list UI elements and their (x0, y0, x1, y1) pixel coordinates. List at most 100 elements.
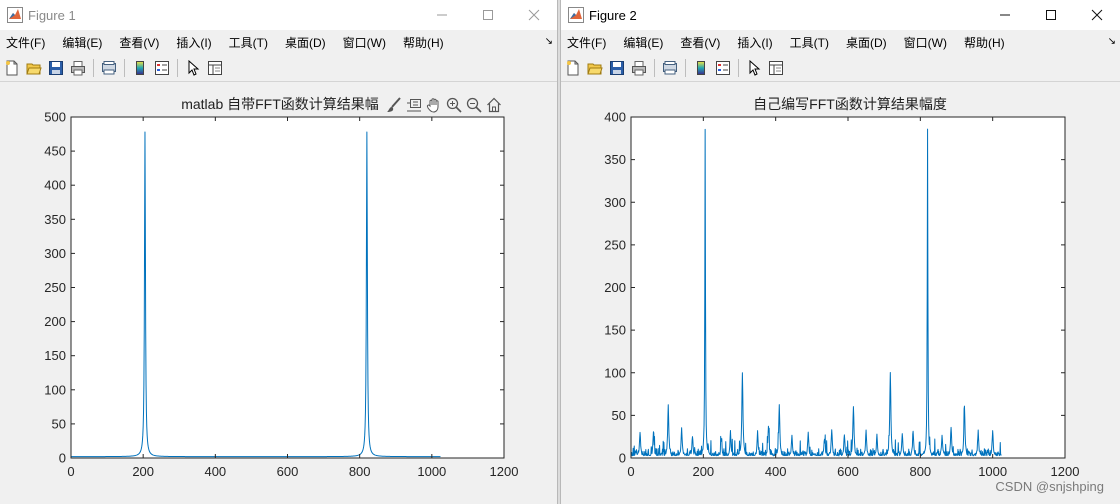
pointer-icon (188, 60, 200, 76)
new-figure-button[interactable] (562, 57, 584, 79)
x-tick-label: 800 (909, 464, 931, 479)
menu-dock-arrow[interactable]: ↘ (545, 36, 553, 47)
y-tick-label: 300 (44, 246, 66, 261)
legend-button[interactable] (151, 57, 173, 79)
menubar: 文件(F) 编辑(E) 查看(V) 插入(I) 工具(T) 桌面(D) 窗口(W… (561, 30, 1120, 55)
maximize-button[interactable] (465, 0, 511, 30)
y-tick-label: 200 (604, 280, 626, 295)
data-tips-button[interactable] (405, 96, 423, 114)
print-preview-button[interactable] (659, 57, 681, 79)
y-tick-label: 350 (44, 212, 66, 227)
home-button[interactable] (485, 96, 503, 114)
x-tick-label: 200 (692, 464, 714, 479)
menu-desktop[interactable]: 桌面(D) (846, 34, 887, 51)
save-icon (610, 61, 624, 75)
menu-dock-arrow[interactable]: ↘ (1108, 36, 1116, 47)
toolbar-separator (93, 59, 94, 77)
open-file-button[interactable] (23, 57, 45, 79)
y-tick-label: 400 (44, 178, 66, 193)
property-inspector-button[interactable] (765, 57, 787, 79)
menu-insert[interactable]: 插入(I) (737, 34, 772, 51)
maximize-button[interactable] (1028, 0, 1074, 30)
menu-window[interactable]: 窗口(W) (343, 34, 386, 51)
minimize-button[interactable] (982, 0, 1028, 30)
print-button[interactable] (628, 57, 650, 79)
maximize-icon (1046, 10, 1056, 20)
y-tick-label: 450 (44, 144, 66, 159)
figure-1-plot[interactable]: matlab 自带FFT函数计算结果幅0 200 400 600 800 1000 1200… (0, 82, 557, 504)
y-tick-label: 100 (604, 365, 626, 380)
watermark: CSDN @snjshping (995, 479, 1104, 494)
zoom-in-icon (446, 97, 462, 113)
menu-tools[interactable]: 工具(T) (790, 34, 829, 51)
plot-area (631, 117, 1065, 458)
figure-toolbar (561, 55, 1120, 82)
y-tick-label: 250 (604, 237, 626, 252)
data-tips-icon (407, 99, 421, 112)
menu-view[interactable]: 查看(V) (680, 34, 720, 51)
menu-edit[interactable]: 编辑(E) (623, 34, 663, 51)
save-button[interactable] (45, 57, 67, 79)
pointer-button[interactable] (743, 57, 765, 79)
menu-window[interactable]: 窗口(W) (904, 34, 947, 51)
figure-2-plot[interactable]: 自己编写FFT函数计算结果幅度 0 200 400 600 800 1000 1200 0 50 1… (561, 82, 1120, 504)
y-tick-label: 300 (604, 195, 626, 210)
minimize-button[interactable] (419, 0, 465, 30)
menu-insert[interactable]: 插入(I) (176, 34, 211, 51)
toolbar-separator (177, 59, 178, 77)
open-file-button[interactable] (584, 57, 606, 79)
property-inspector-button[interactable] (204, 57, 226, 79)
colorbar-button[interactable] (129, 57, 151, 79)
menubar: 文件(F) 编辑(E) 查看(V) 插入(I) 工具(T) 桌面(D) 窗口(W… (0, 30, 557, 55)
save-icon (49, 61, 63, 75)
pan-icon (426, 98, 439, 113)
brush-button[interactable] (385, 96, 403, 114)
y-tick-label: 200 (44, 314, 66, 329)
print-button[interactable] (67, 57, 89, 79)
y-tick-label: 400 (604, 110, 626, 125)
legend-button[interactable] (712, 57, 734, 79)
plot-area (71, 117, 504, 458)
print-preview-button[interactable] (98, 57, 120, 79)
x-tick-label: 200 (132, 464, 154, 479)
figure-1-titlebar[interactable]: Figure 1 (0, 0, 557, 30)
menu-file[interactable]: 文件(F) (6, 34, 45, 51)
close-icon (528, 9, 540, 21)
toolbar-separator (654, 59, 655, 77)
print-icon (71, 61, 85, 76)
x-tick-label: 0 (67, 464, 74, 479)
zoom-out-button[interactable] (465, 96, 483, 114)
minimize-icon (1000, 14, 1010, 16)
menu-file[interactable]: 文件(F) (567, 34, 606, 51)
y-tick-label: 500 (44, 110, 66, 125)
print-preview-icon (102, 61, 116, 75)
y-tick-label: 50 (52, 416, 66, 431)
matlab-logo-icon (7, 7, 23, 23)
x-tick-label: 1000 (417, 464, 446, 479)
zoom-out-icon (466, 97, 482, 113)
colorbar-button[interactable] (690, 57, 712, 79)
new-figure-button[interactable] (1, 57, 23, 79)
save-button[interactable] (606, 57, 628, 79)
matlab-logo-icon (568, 7, 584, 23)
figure-1-canvas: matlab 自带FFT函数计算结果幅 0 200 400 600 800 1000 1200… (0, 82, 557, 504)
figure-1-window[interactable]: Figure 1 文件(F) 编辑(E) 查看(V) 插入(I) 工具(T) 桌… (0, 0, 557, 504)
figure-2-window[interactable]: Figure 2 文件(F) 编辑(E) 查看(V) 插入(I) 工具(T) 桌… (561, 0, 1120, 504)
x-tick-label: 600 (277, 464, 299, 479)
close-button[interactable] (1074, 0, 1120, 30)
legend-icon (155, 61, 169, 75)
menu-help[interactable]: 帮助(H) (403, 34, 444, 51)
pointer-button[interactable] (182, 57, 204, 79)
zoom-in-button[interactable] (445, 96, 463, 114)
print-icon (632, 61, 646, 76)
menu-desktop[interactable]: 桌面(D) (285, 34, 326, 51)
menu-edit[interactable]: 编辑(E) (62, 34, 102, 51)
close-icon (1091, 9, 1103, 21)
figure-2-titlebar[interactable]: Figure 2 (561, 0, 1120, 30)
menu-tools[interactable]: 工具(T) (229, 34, 268, 51)
pointer-icon (749, 60, 761, 76)
menu-view[interactable]: 查看(V) (119, 34, 159, 51)
close-button[interactable] (511, 0, 557, 30)
menu-help[interactable]: 帮助(H) (964, 34, 1005, 51)
pan-button[interactable] (425, 96, 443, 114)
